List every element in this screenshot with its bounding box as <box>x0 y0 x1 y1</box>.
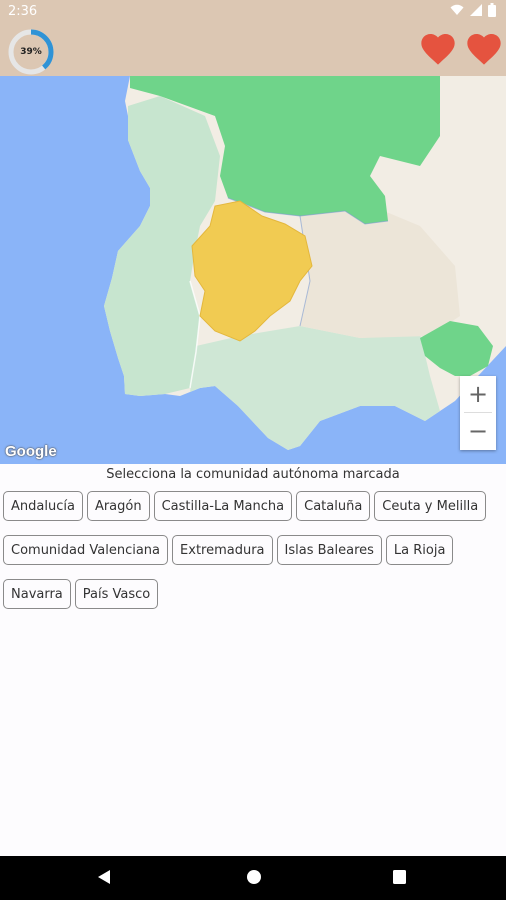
map[interactable]: Google <box>0 76 506 464</box>
progress-label: 39% <box>20 47 42 57</box>
option-chip[interactable]: Comunidad Valenciana <box>3 535 169 565</box>
option-chip[interactable]: Extremadura <box>172 535 273 565</box>
status-bar: 2:36 <box>0 0 506 24</box>
recents-icon[interactable] <box>392 868 408 886</box>
signal-icon <box>470 4 482 16</box>
answer-options: Andalucía Aragón Castilla-La Mancha Cataluñ… <box>3 491 506 623</box>
wifi-icon <box>450 4 464 15</box>
app-bar: 39% <box>0 24 506 76</box>
heart-icon <box>467 34 501 65</box>
zoom-controls: + − <box>460 376 496 450</box>
options-row: Navarra País Vasco <box>3 579 506 609</box>
question-prompt: Selecciona la comunidad autónoma marcada <box>106 467 400 482</box>
options-row: Comunidad Valenciana Extremadura Islas Bal… <box>3 535 506 565</box>
option-chip[interactable]: País Vasco <box>74 579 159 609</box>
option-chip[interactable]: Ceuta y Melilla <box>374 491 487 521</box>
option-chip[interactable]: Cataluña <box>296 491 371 521</box>
option-chip[interactable]: La Rioja <box>385 535 454 565</box>
zoom-in-button[interactable]: + <box>460 376 496 412</box>
option-chip[interactable]: Navarra <box>3 579 71 609</box>
back-icon[interactable] <box>96 868 112 886</box>
heart-icon <box>421 34 455 65</box>
map-south <box>190 326 440 450</box>
map-canvas[interactable] <box>0 76 506 464</box>
option-chip[interactable]: Andalucía <box>3 491 83 521</box>
option-chip[interactable]: Aragón <box>86 491 150 521</box>
google-logo: Google <box>5 443 57 460</box>
option-chip[interactable]: Islas Baleares <box>276 535 382 565</box>
status-time: 2:36 <box>8 4 38 19</box>
lives-indicator <box>418 29 504 69</box>
zoom-out-button[interactable]: − <box>460 413 496 449</box>
battery-icon <box>488 3 496 17</box>
status-icons <box>450 3 496 17</box>
option-chip[interactable]: Castilla-La Mancha <box>153 491 293 521</box>
home-icon[interactable] <box>245 868 263 886</box>
progress-indicator: 39% <box>7 28 55 76</box>
options-row: Andalucía Aragón Castilla-La Mancha Cataluñ… <box>3 491 506 521</box>
system-nav-bar <box>0 856 506 900</box>
